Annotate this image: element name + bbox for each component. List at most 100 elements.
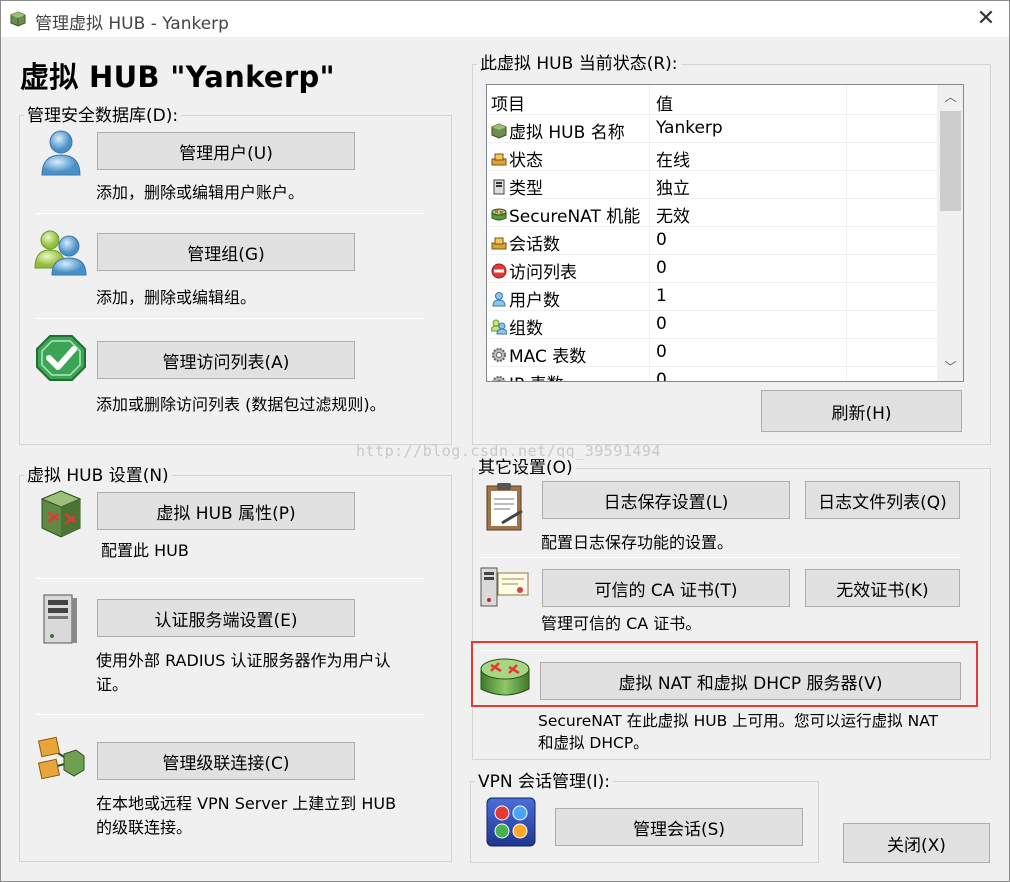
log-files-button[interactable]: 日志文件列表(Q) <box>805 481 960 519</box>
server-icon <box>491 179 509 195</box>
listview-row[interactable]: 类型 独立 <box>487 171 937 199</box>
check-shield-icon <box>36 335 86 381</box>
listview-row[interactable]: 状态 在线 <box>487 143 937 171</box>
vertical-scrollbar[interactable]: ︿ ﹀ <box>937 85 963 381</box>
scroll-thumb[interactable] <box>940 111 961 211</box>
row-item-label: 组数 <box>509 319 543 339</box>
refresh-button[interactable]: 刷新(H) <box>761 390 962 432</box>
nat-desc-line1: SecureNAT 在此虚拟 HUB 上可用。您可以运行虚拟 NAT <box>538 712 939 730</box>
row-value: 0 <box>656 258 667 278</box>
group-icon <box>34 230 87 276</box>
divider <box>36 213 423 214</box>
log-settings-button[interactable]: 日志保存设置(L) <box>542 481 790 519</box>
close-button[interactable]: 关闭(X) <box>843 823 990 863</box>
listview-row[interactable]: IP 表数 0 <box>487 367 937 382</box>
manage-access-list-desc: 添加或删除访问列表 (数据包过滤规则)。 <box>96 395 386 414</box>
gear-icon <box>491 375 509 381</box>
column-header-item[interactable]: 项目 <box>491 90 525 115</box>
divider <box>36 318 423 319</box>
auth-server-desc-line2: 证。 <box>96 675 129 694</box>
listview-row[interactable]: 用户数 1 <box>487 283 937 311</box>
row-item: 用户数 <box>491 286 560 311</box>
trusted-ca-button[interactable]: 可信的 CA 证书(T) <box>542 569 790 607</box>
scroll-up-icon[interactable]: ︿ <box>937 85 963 109</box>
session-icon <box>491 235 509 251</box>
row-value: 0 <box>656 370 667 382</box>
row-value: 0 <box>656 230 667 250</box>
listview-row[interactable]: MAC 表数 0 <box>487 339 937 367</box>
hub-icon <box>491 122 509 139</box>
log-settings-desc: 配置日志保存功能的设置。 <box>541 533 734 552</box>
cascade-desc-line2: 的级联连接。 <box>96 818 193 837</box>
row-item: 组数 <box>491 314 543 339</box>
sessions-icon <box>486 797 536 847</box>
manage-groups-button[interactable]: 管理组(G) <box>97 233 355 271</box>
certificate-server-icon <box>480 567 529 607</box>
row-value: 0 <box>656 342 667 362</box>
row-item: SecureNAT 机能 <box>491 202 640 227</box>
row-value: 在线 <box>656 151 690 171</box>
listview-row[interactable]: 访问列表 0 <box>487 255 937 283</box>
row-value: 1 <box>656 286 667 306</box>
cascade-desc-line1: 在本地或远程 VPN Server 上建立到 HUB <box>96 794 397 813</box>
listview-row[interactable]: SecureNAT 机能 无效 <box>487 199 937 227</box>
hub-properties-button[interactable]: 虚拟 HUB 属性(P) <box>97 492 355 530</box>
manage-access-list-button[interactable]: 管理访问列表(A) <box>97 341 355 379</box>
row-item-label: 类型 <box>509 179 543 199</box>
group-icon <box>491 319 509 335</box>
gear-icon <box>491 347 509 363</box>
manage-users-desc: 添加，删除或编辑用户账户。 <box>96 183 305 202</box>
trusted-ca-desc: 管理可信的 CA 证书。 <box>541 614 702 633</box>
status-legend: 此虚拟 HUB 当前状态(R): <box>477 54 681 74</box>
page-title: 虚拟 HUB "Yankerp" <box>20 60 335 94</box>
manage-sessions-button[interactable]: 管理会话(S) <box>555 808 803 846</box>
deny-icon <box>491 263 509 279</box>
user-icon <box>41 130 81 176</box>
status-listview[interactable]: 项目 值 虚拟 HUB 名称 Yankerp 状态 在线 类型 独立 SecureNAT 机… <box>486 84 964 382</box>
hub-app-icon <box>10 11 26 27</box>
row-item-label: 用户数 <box>509 291 560 311</box>
row-item-label: 会话数 <box>509 235 560 255</box>
divider <box>36 714 423 715</box>
title-bar: 管理虚拟 HUB - Yankerp ✕ <box>1 1 1009 37</box>
manage-users-button[interactable]: 管理用户(U) <box>97 132 355 170</box>
listview-row[interactable]: 虚拟 HUB 名称 Yankerp <box>487 115 937 143</box>
row-value: 无效 <box>656 207 690 227</box>
manage-groups-desc: 添加，删除或编辑组。 <box>96 288 257 307</box>
row-item: IP 表数 <box>491 370 564 381</box>
row-item-label: 访问列表 <box>509 263 577 283</box>
crl-button[interactable]: 无效证书(K) <box>805 569 960 607</box>
log-clipboard-icon <box>486 483 523 531</box>
close-icon[interactable]: ✕ <box>963 1 1009 37</box>
row-item-label: SecureNAT 机能 <box>509 207 641 227</box>
divider <box>480 557 960 558</box>
hub-properties-icon <box>40 490 82 538</box>
listview-row[interactable]: 组数 0 <box>487 311 937 339</box>
listview-header[interactable]: 项目 值 <box>487 87 937 115</box>
scroll-down-icon[interactable]: ﹀ <box>937 355 963 379</box>
user-icon <box>491 291 509 307</box>
nat-desc-line2: 和虚拟 DHCP。 <box>538 734 649 752</box>
cascade-connection-icon <box>37 736 85 780</box>
row-item: 类型 <box>491 174 543 199</box>
auth-server-settings-button[interactable]: 认证服务端设置(E) <box>97 599 355 637</box>
column-header-value[interactable]: 值 <box>656 90 673 115</box>
row-item-label: 状态 <box>509 151 543 171</box>
row-item: 访问列表 <box>491 258 577 283</box>
security-db-legend: 管理安全数据库(D): <box>24 106 182 126</box>
securenat-icon <box>491 207 509 223</box>
row-item-label: IP 表数 <box>509 370 564 381</box>
listview-row[interactable]: 会话数 0 <box>487 227 937 255</box>
hub-settings-legend: 虚拟 HUB 设置(N) <box>24 466 172 486</box>
highlight-box <box>471 641 978 707</box>
manage-cascade-button[interactable]: 管理级联连接(C) <box>97 742 355 780</box>
other-settings-legend: 其它设置(O) <box>475 458 576 478</box>
auth-server-desc-line1: 使用外部 RADIUS 认证服务器作为用户认 <box>96 651 391 670</box>
session-icon <box>491 151 509 167</box>
row-value: Yankerp <box>656 118 723 138</box>
vpn-sessions-legend: VPN 会话管理(I): <box>475 772 614 792</box>
divider <box>36 578 423 579</box>
row-item: 会话数 <box>491 230 560 255</box>
server-icon <box>43 594 77 644</box>
row-item: 虚拟 HUB 名称 <box>491 118 625 143</box>
